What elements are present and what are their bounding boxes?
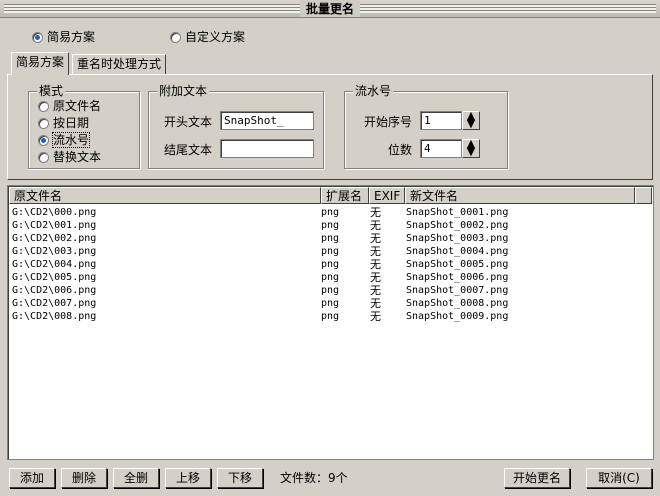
cell-extension: png — [321, 298, 340, 309]
cell-extension: png — [321, 246, 340, 257]
cell-extension: png — [321, 285, 340, 296]
suffix-label: 结尾文本 — [164, 143, 213, 157]
cell-exif: 无 — [370, 245, 381, 258]
column-header-original-name[interactable]: 原文件名 — [9, 187, 321, 204]
cell-exif: 无 — [370, 310, 381, 323]
radio-label: 原文件名 — [53, 99, 102, 113]
digits-spinner[interactable]: ▲ ▼ — [462, 137, 480, 158]
tab-duplicate-handling[interactable]: 重名时处理方式 — [72, 54, 167, 74]
radio-label: 简易方案 — [47, 30, 96, 44]
cell-new-name: SnapShot_0002.png — [406, 220, 509, 231]
add-button[interactable]: 添加 — [9, 468, 55, 488]
move-down-button[interactable]: 下移 — [217, 468, 263, 488]
radio-by-date[interactable]: 按日期 — [38, 116, 89, 130]
group-title: 附加文本 — [157, 84, 210, 98]
spin-arrows-icon: ▲ ▼ — [466, 137, 476, 158]
radio-replace-text[interactable]: 替换文本 — [38, 150, 101, 164]
start-rename-button[interactable]: 开始更名 — [504, 468, 570, 488]
cell-new-name: SnapShot_0009.png — [406, 311, 509, 322]
column-header-extension[interactable]: 扩展名 — [321, 187, 369, 204]
delete-button[interactable]: 删除 — [61, 468, 107, 488]
cell-original-name: G:\CD2\004.png — [12, 259, 97, 270]
cell-exif: 无 — [370, 271, 381, 284]
file-count-text: 文件数：9个 — [280, 471, 348, 485]
cell-original-name: G:\CD2\007.png — [12, 298, 97, 309]
cell-original-name: G:\CD2\005.png — [12, 272, 97, 283]
digits-label: 位数 — [388, 143, 413, 157]
cell-new-name: SnapShot_0006.png — [406, 272, 509, 283]
window-title: 批量更名 — [299, 0, 361, 17]
cell-original-name: G:\CD2\001.png — [12, 220, 97, 231]
cell-extension: png — [321, 207, 340, 218]
clear-all-button[interactable]: 全删 — [113, 468, 159, 488]
radio-label: 替换文本 — [53, 150, 102, 164]
radio-dot-icon — [38, 117, 49, 129]
cell-original-name: G:\CD2\003.png — [12, 246, 97, 257]
cell-new-name: SnapShot_0005.png — [406, 259, 509, 270]
cancel-button[interactable]: 取消(C) — [586, 468, 652, 488]
cell-original-name: G:\CD2\006.png — [12, 285, 97, 296]
cell-extension: png — [321, 259, 340, 270]
column-header-exif[interactable]: EXIF — [369, 187, 405, 204]
prefix-label: 开头文本 — [164, 115, 213, 129]
move-up-button[interactable]: 上移 — [165, 468, 211, 488]
radio-dot-icon — [32, 31, 43, 43]
radio-original-filename[interactable]: 原文件名 — [38, 99, 101, 113]
title-bar[interactable]: 批量更名 — [0, 0, 660, 18]
start-number-input[interactable]: 1 — [420, 111, 462, 130]
cell-exif: 无 — [370, 258, 381, 271]
column-header-new-name[interactable]: 新文件名 — [405, 187, 635, 204]
start-number-label: 开始序号 — [364, 115, 413, 129]
radio-dot-icon — [38, 100, 49, 112]
group-title: 流水号 — [353, 84, 394, 98]
cell-extension: png — [321, 272, 340, 283]
suffix-input[interactable] — [220, 139, 314, 158]
file-list[interactable]: 原文件名 扩展名 EXIF 新文件名 G:\CD2\000.png png 无 Sna… — [7, 185, 654, 460]
cell-new-name: SnapShot_0004.png — [406, 246, 509, 257]
radio-dot-icon — [38, 151, 49, 163]
cell-exif: 无 — [370, 206, 381, 219]
radio-custom-scheme[interactable]: 自定义方案 — [170, 30, 245, 44]
cell-new-name: SnapShot_0008.png — [406, 298, 509, 309]
cell-new-name: SnapShot_0001.png — [406, 207, 509, 218]
cell-exif: 无 — [370, 232, 381, 245]
prefix-input[interactable]: SnapShot_ — [220, 111, 314, 130]
radio-serial-number[interactable]: 流水号 — [38, 132, 91, 148]
cell-original-name: G:\CD2\000.png — [12, 207, 97, 218]
tab-label: 简易方案 — [16, 55, 65, 69]
radio-simple-scheme[interactable]: 简易方案 — [32, 30, 95, 44]
cell-extension: png — [321, 311, 340, 322]
cell-exif: 无 — [370, 297, 381, 310]
radio-label: 自定义方案 — [185, 30, 246, 44]
radio-label: 流水号 — [51, 132, 91, 148]
group-title: 模式 — [37, 84, 66, 98]
start-number-spinner[interactable]: ▲ ▼ — [462, 109, 480, 130]
radio-dot-icon — [170, 31, 181, 43]
column-header-filler — [635, 187, 652, 204]
cell-original-name: G:\CD2\002.png — [12, 233, 97, 244]
cell-extension: png — [321, 220, 340, 231]
digits-input[interactable]: 4 — [420, 139, 462, 158]
cell-new-name: SnapShot_0007.png — [406, 285, 509, 296]
radio-dot-icon — [38, 134, 49, 146]
tab-simple-scheme[interactable]: 简易方案 — [11, 52, 70, 75]
cell-new-name: SnapShot_0003.png — [406, 233, 509, 244]
cell-exif: 无 — [370, 284, 381, 297]
radio-label: 按日期 — [53, 116, 90, 130]
spin-arrows-icon: ▲ ▼ — [466, 109, 476, 130]
cell-extension: png — [321, 233, 340, 244]
cell-exif: 无 — [370, 219, 381, 232]
tab-label: 重名时处理方式 — [77, 57, 162, 71]
cell-original-name: G:\CD2\008.png — [12, 311, 97, 322]
